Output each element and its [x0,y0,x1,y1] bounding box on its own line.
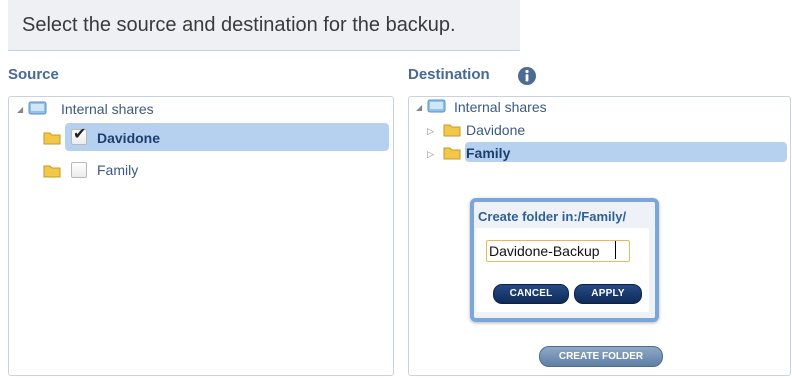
dialog-title: Create folder in:/Family/ [478,209,627,224]
page-title: Select the source and destination for th… [22,14,456,36]
collapsed-arrow-icon[interactable]: ▷ [427,126,434,137]
info-icon[interactable] [517,66,537,86]
source-item-davidone[interactable]: Davidone [97,130,160,146]
apply-button[interactable]: APPLY [574,284,642,304]
cancel-button[interactable]: CANCEL [493,284,569,304]
folder-name-input[interactable] [486,240,630,262]
folder-icon [443,124,461,137]
destination-item-family[interactable]: Family [466,145,510,161]
folder-icon [43,132,61,145]
expand-arrow-icon[interactable]: ◢ [17,105,23,114]
shares-icon [28,101,47,115]
source-panel: ◢ Internal shares ✔ Davidone Family [8,96,394,376]
folder-icon [43,165,61,178]
destination-label: Destination [408,66,490,83]
heading-bar: Select the source and destination for th… [8,0,520,51]
shares-icon [427,99,446,113]
checkmark-icon: ✔ [73,126,87,143]
destination-item-davidone[interactable]: Davidone [466,122,525,138]
source-root-label[interactable]: Internal shares [61,101,154,117]
source-family-checkbox[interactable] [71,162,87,178]
source-item-family[interactable]: Family [97,162,138,178]
create-folder-button[interactable]: CREATE FOLDER [539,346,663,367]
dialog-body: CANCEL APPLY [476,228,649,312]
text-caret [615,241,616,259]
source-label: Source [8,66,59,83]
collapsed-arrow-icon[interactable]: ▷ [427,149,434,160]
destination-root-label[interactable]: Internal shares [454,99,547,115]
folder-icon [443,147,461,160]
create-folder-dialog: Create folder in:/Family/ CANCEL APPLY [470,198,659,322]
expand-arrow-icon[interactable]: ◢ [416,103,422,112]
destination-selected-row[interactable] [465,142,787,162]
